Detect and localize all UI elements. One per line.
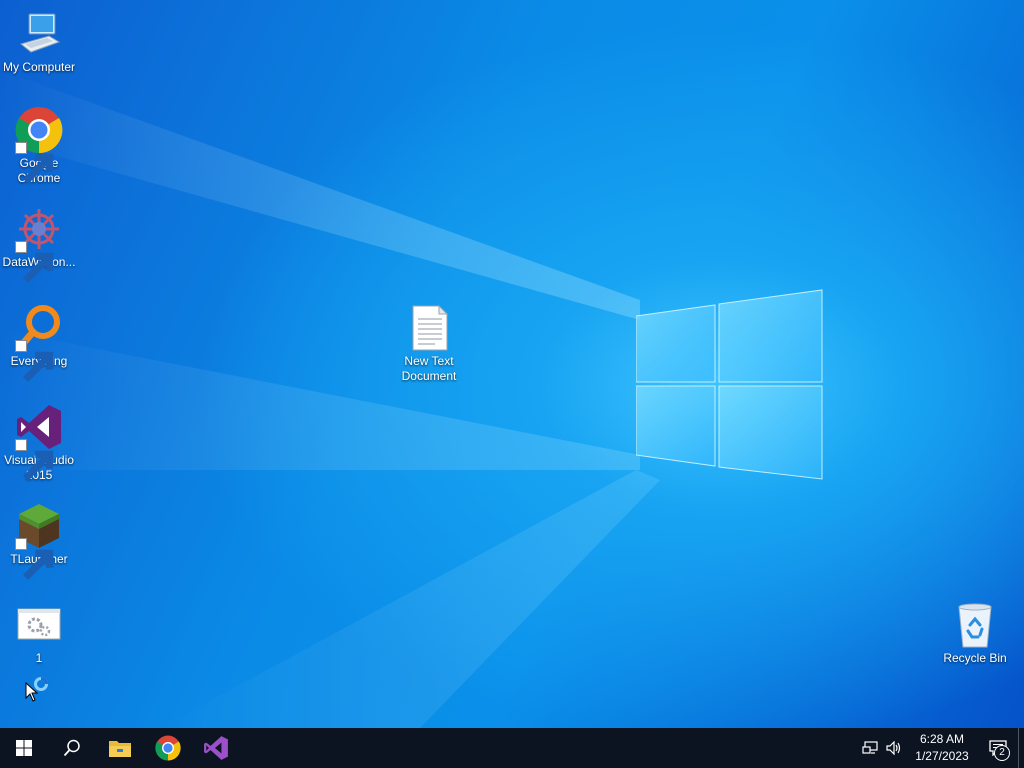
show-desktop-button[interactable] (1018, 728, 1024, 768)
desktop-icon-label: New Text Document (401, 354, 457, 383)
start-button[interactable] (0, 728, 48, 768)
taskbar-visual-studio[interactable] (192, 728, 240, 768)
visual-studio-icon (15, 403, 63, 481)
everything-icon (15, 304, 63, 382)
taskbar-file-explorer[interactable] (96, 728, 144, 768)
windows-start-icon (16, 740, 32, 756)
settings-window-icon (15, 601, 63, 649)
action-center-button[interactable]: 2 (978, 728, 1018, 768)
tray-volume[interactable] (882, 728, 906, 768)
chrome-icon (155, 735, 181, 761)
volume-icon (886, 741, 901, 755)
tray-network[interactable] (858, 728, 882, 768)
file-explorer-icon (109, 741, 131, 757)
taskbar-chrome[interactable] (144, 728, 192, 768)
clock-time: 6:28 AM (919, 732, 965, 746)
desktop-icon-everything[interactable]: Everything (0, 304, 78, 382)
network-icon (862, 741, 878, 754)
wallpaper-light-beams (0, 70, 660, 728)
desktop-icon-label: Recycle Bin (943, 651, 1007, 665)
recycle-bin-icon (951, 601, 999, 649)
desktop: My Computer Google Chrome DataWagon... E… (0, 0, 1024, 728)
desktop-icon-label: 1 (35, 651, 43, 665)
desktop-icon-new-text-document[interactable]: New Text Document (390, 304, 468, 384)
search-icon (63, 739, 80, 757)
shortcut-arrow-icon (15, 439, 54, 481)
tlauncher-icon (15, 502, 63, 580)
desktop-icon-tlauncher[interactable]: TLauncher (0, 502, 78, 580)
clock-date: 1/27/2023 (915, 749, 969, 763)
visual-studio-icon (204, 736, 228, 760)
desktop-icon-visual-studio-2015[interactable]: Visual Studio 2015 (0, 403, 78, 483)
shortcut-arrow-icon (15, 241, 54, 283)
computer-icon (15, 10, 63, 58)
shortcut-arrow-icon (15, 340, 54, 382)
busy-spinner-icon (34, 677, 48, 691)
shortcut-arrow-icon (15, 538, 54, 580)
desktop-icon-1[interactable]: 1 (0, 601, 78, 666)
chrome-icon (15, 106, 63, 184)
desktop-icon-google-chrome[interactable]: Google Chrome (0, 106, 78, 186)
tray-clock[interactable]: 6:28 AM 1/27/2023 (906, 731, 978, 765)
notification-count-badge: 2 (994, 745, 1010, 761)
taskbar: 6:28 AM 1/27/2023 2 (0, 728, 1024, 768)
search-button[interactable] (48, 728, 96, 768)
text-document-icon (405, 304, 453, 352)
desktop-icon-label: My Computer (2, 60, 76, 74)
desktop-icon-my-computer[interactable]: My Computer (0, 10, 78, 75)
windows-logo-wallpaper (636, 289, 823, 480)
desktop-icon-datawagon[interactable]: DataWagon... (0, 205, 78, 283)
desktop-icon-recycle-bin[interactable]: Recycle Bin (936, 601, 1014, 666)
datawagon-icon (15, 205, 63, 283)
shortcut-arrow-icon (15, 142, 54, 184)
